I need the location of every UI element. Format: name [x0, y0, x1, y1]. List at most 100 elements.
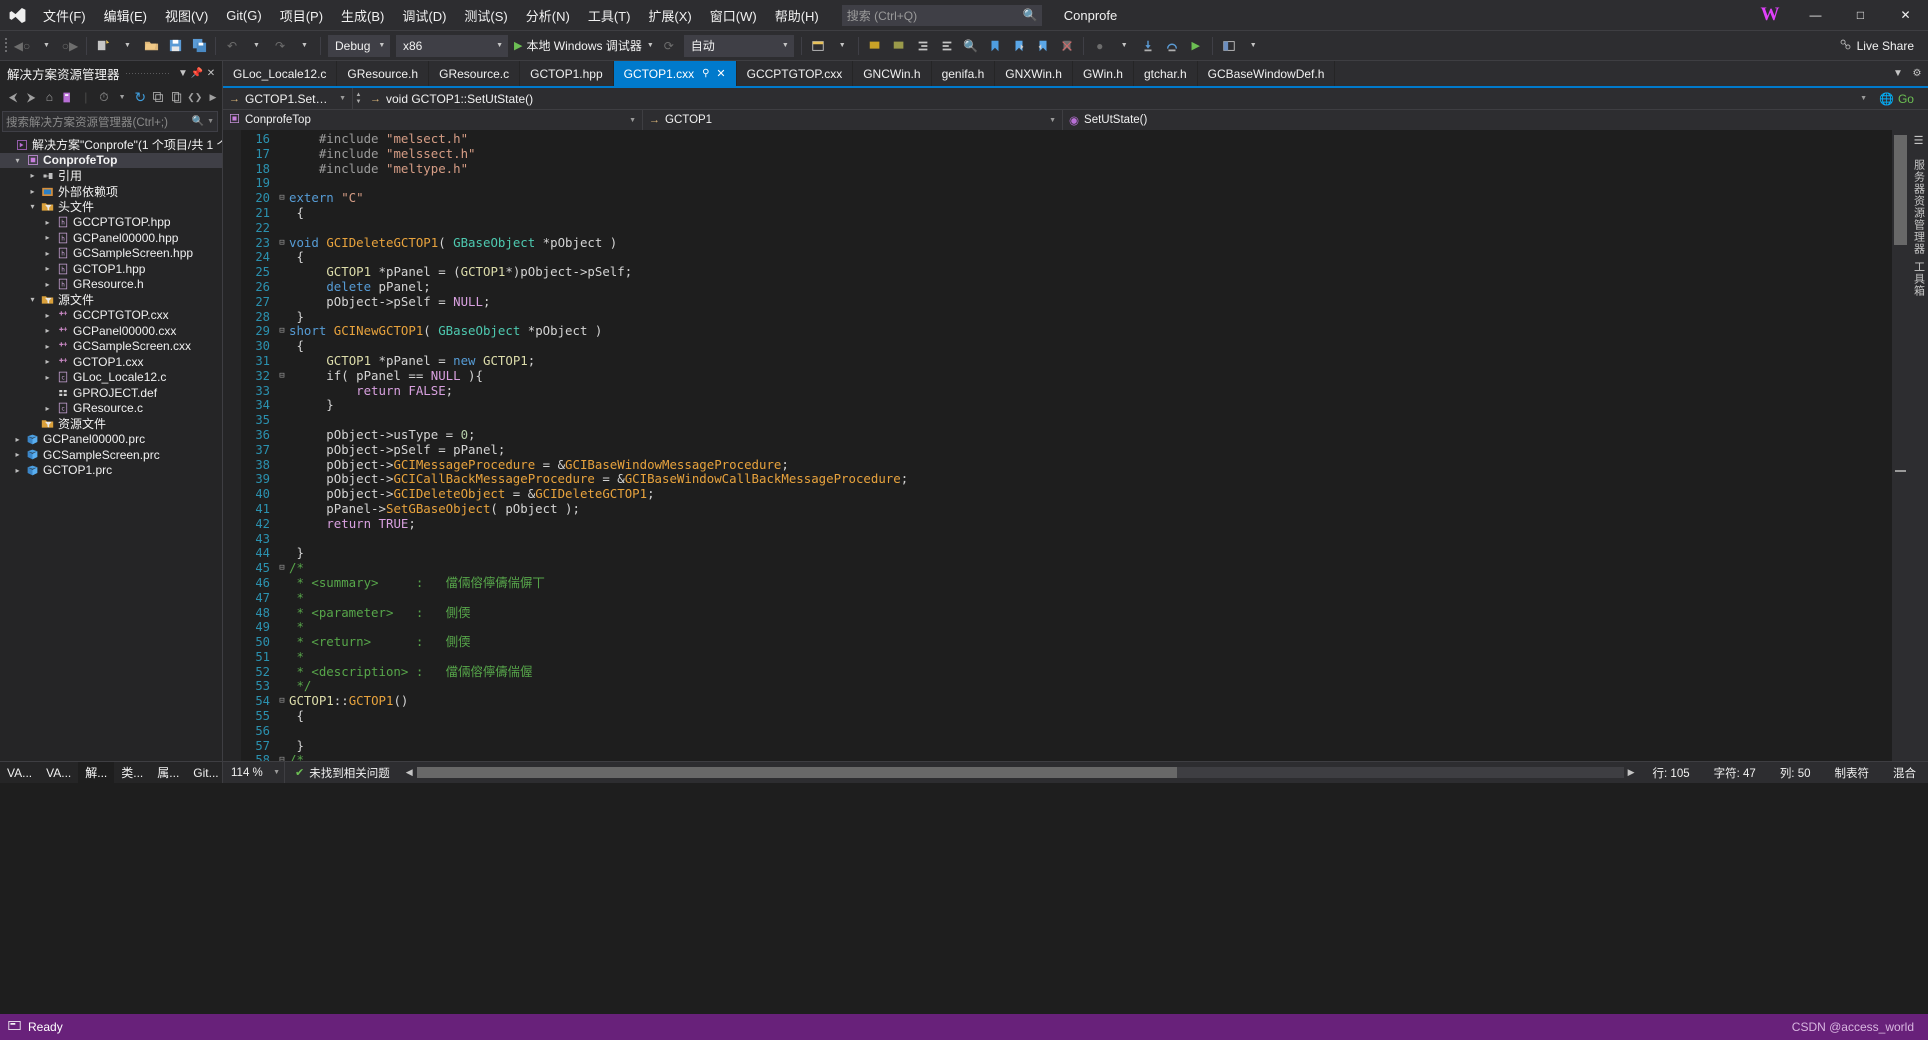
breakpoint-gutter[interactable] [223, 130, 241, 761]
search-icon[interactable]: 🔍 [1023, 8, 1038, 22]
editor-tab-gresource-c[interactable]: GResource.c [429, 61, 521, 86]
refresh-icon[interactable]: ↻ [131, 87, 149, 108]
tree-item-file[interactable]: ▸ h GCPanel00000.hpp [0, 230, 222, 246]
go-button[interactable]: 🌐 Go [1873, 88, 1928, 109]
indent-icon[interactable] [911, 34, 935, 58]
pending-changes-dropdown-icon[interactable]: ▼ [113, 87, 131, 108]
menu-analyze[interactable]: 分析(N) [517, 0, 579, 30]
tree-arrow[interactable]: ▸ [41, 342, 54, 351]
layout-dropdown-icon[interactable]: ▼ [1241, 34, 1265, 58]
sidebar-tab-va-outline[interactable]: VA... [0, 762, 39, 783]
tree-item-file[interactable]: ▸ h GCCPTGTOP.hpp [0, 215, 222, 231]
back-icon[interactable]: ⮜ [4, 87, 22, 108]
avatar[interactable]: W [1757, 2, 1783, 28]
vertical-scrollbar[interactable] [1892, 130, 1909, 761]
more-options-icon[interactable]: ▶ [204, 87, 222, 108]
chevron-down-icon[interactable]: ▼ [646, 42, 654, 49]
nav-spinner[interactable]: ▲ ▼ [353, 88, 364, 109]
code-editor[interactable]: 16 17 18 19 20 21 22 23 24 25 26 27 28 29 30 31 32 33 34 35… [223, 130, 1928, 761]
tree-item-file[interactable]: ▸ GCTOP1.prc [0, 463, 222, 479]
nav-class-combo[interactable]: → GCTOP1 ▼ [643, 110, 1063, 130]
tree-arrow[interactable]: ▸ [11, 466, 24, 475]
tree-arrow[interactable]: ▸ [41, 357, 54, 366]
editor-tab-gloc-locale12-c[interactable]: GLoc_Locale12.c [223, 61, 338, 86]
tree-item-file[interactable]: GPROJECT.def [0, 385, 222, 401]
scrollbar-thumb[interactable] [416, 767, 1178, 778]
server-explorer-label[interactable]: 服务器资源管理器 [1911, 159, 1927, 255]
navigate-back-dropdown-icon[interactable]: ▼ [34, 34, 58, 58]
menu-test[interactable]: 测试(S) [455, 0, 516, 30]
properties-icon[interactable]: ❮❯ [186, 87, 204, 108]
show-all-files-icon[interactable] [168, 87, 186, 108]
chevron-down-icon[interactable]: ▼ [176, 68, 190, 79]
editor-tab-gncwin-h[interactable]: GNCWin.h [853, 61, 932, 86]
layout-icon[interactable] [1217, 34, 1241, 58]
tree-arrow[interactable]: ▸ [41, 373, 54, 382]
chevron-down-icon[interactable]: ▼ [1045, 117, 1060, 124]
editor-tab-gnxwin-h[interactable]: GNXWin.h [995, 61, 1073, 86]
tree-item-file[interactable]: ▸ GCPanel00000.prc [0, 432, 222, 448]
navigate-back-icon[interactable]: ◀○ [10, 34, 34, 58]
editor-tab-gccptgtop-cxx[interactable]: GCCPTGTOP.cxx [737, 61, 854, 86]
editor-tab-gctop1-hpp[interactable]: GCTOP1.hpp [520, 61, 614, 86]
close-button[interactable]: ✕ [1883, 0, 1928, 31]
new-project-icon[interactable] [91, 34, 115, 58]
code-text[interactable]: #include "melsect.h" #include "melssect.… [289, 130, 1892, 761]
navigate-forward-icon[interactable]: ○▶ [58, 34, 82, 58]
redo-dropdown-icon[interactable]: ▼ [292, 34, 316, 58]
save-all-icon[interactable] [187, 34, 211, 58]
editor-tab-gtchar-h[interactable]: gtchar.h [1134, 61, 1198, 86]
tree-item-file[interactable]: ▸ GCTOP1.cxx [0, 354, 222, 370]
undo-icon[interactable]: ↶ [220, 34, 244, 58]
chevron-down-icon[interactable]: ▼ [207, 118, 214, 125]
solution-tree[interactable]: 解决方案"Conprofe"(1 个项目/共 1 个) ▾ ConprofeTo… [0, 135, 222, 761]
clear-bookmarks-icon[interactable] [1055, 34, 1079, 58]
maximize-button[interactable]: □ [1838, 0, 1883, 31]
menu-git[interactable]: Git(G) [217, 0, 270, 30]
tree-arrow[interactable]: ▸ [41, 326, 54, 335]
outdent-icon[interactable] [935, 34, 959, 58]
tree-item-resource-files[interactable]: 资源文件 [0, 416, 222, 432]
search-icon[interactable]: 🔍 [192, 116, 204, 127]
hot-reload-icon[interactable]: ⟳ [657, 34, 681, 58]
pin-icon[interactable]: ⚲ [702, 68, 709, 79]
tree-item-source-files[interactable]: ▾ 源文件 [0, 292, 222, 308]
solution-configuration-combo[interactable]: Debug ▼ [328, 34, 390, 57]
tree-arrow[interactable]: ▸ [41, 249, 54, 258]
tree-arrow[interactable]: ▸ [41, 280, 54, 289]
run-to-cursor-icon[interactable]: ▶ [1184, 34, 1208, 58]
menu-view[interactable]: 视图(V) [156, 0, 217, 30]
server-explorer-icon[interactable]: ☰ [1914, 134, 1924, 147]
sidebar-tab-va-view[interactable]: VA... [39, 762, 78, 783]
start-debug-button[interactable]: ▶ 本地 Windows 调试器 ▼ [511, 34, 657, 58]
menu-help[interactable]: 帮助(H) [766, 0, 828, 30]
undo-dropdown-icon[interactable]: ▼ [244, 34, 268, 58]
bookmark-prev-icon[interactable] [1031, 34, 1055, 58]
home-icon[interactable]: ⌂ [40, 87, 58, 108]
tree-item-external-deps[interactable]: ▸ 外部依赖项 [0, 184, 222, 200]
sync-with-active-document-icon[interactable] [59, 87, 77, 108]
pin-icon[interactable]: 📌 [190, 68, 204, 79]
step-into-icon[interactable] [1136, 34, 1160, 58]
chevron-down-icon[interactable]: ▼ [335, 95, 350, 102]
live-share-button[interactable]: Live Share [1833, 34, 1920, 58]
tree-item-file[interactable]: ▸ c GLoc_Locale12.c [0, 370, 222, 386]
new-project-dropdown-icon[interactable]: ▼ [115, 34, 139, 58]
tree-arrow[interactable]: ▸ [11, 435, 24, 444]
menu-file[interactable]: 文件(F) [34, 0, 95, 30]
tree-item-file[interactable]: ▸ GCSampleScreen.prc [0, 447, 222, 463]
tree-arrow[interactable]: ▸ [41, 233, 54, 242]
tree-item-file[interactable]: ▸ h GCSampleScreen.hpp [0, 246, 222, 262]
scroll-right-icon[interactable]: ▶ [1624, 767, 1635, 778]
chevron-down-icon[interactable]: ▼ [625, 117, 640, 124]
tree-item-project[interactable]: ▾ ConprofeTop [0, 152, 222, 168]
nav-method-combo[interactable]: ◉ SetUtState() [1063, 110, 1928, 130]
solution-explorer-search[interactable]: 搜索解决方案资源管理器(Ctrl+;) 🔍 ▼ [2, 111, 218, 132]
gear-icon[interactable]: ⚙ [1910, 68, 1924, 79]
tree-item-file[interactable]: ▸ c GResource.c [0, 401, 222, 417]
menu-edit[interactable]: 编辑(E) [95, 0, 156, 30]
menu-project[interactable]: 项目(P) [271, 0, 332, 30]
forward-icon[interactable]: ⮞ [22, 87, 40, 108]
tree-arrow[interactable]: ▸ [41, 218, 54, 227]
tree-arrow[interactable]: ▾ [26, 295, 39, 304]
